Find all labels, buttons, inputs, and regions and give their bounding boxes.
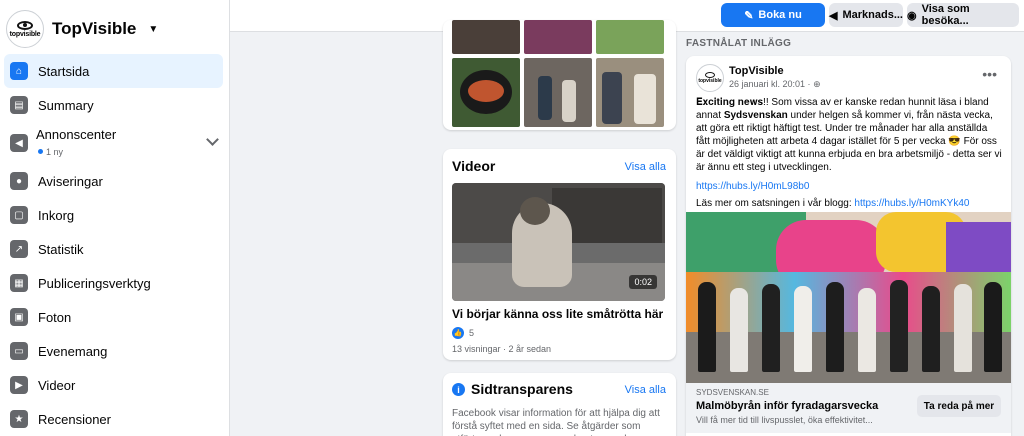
photo-thumbnail[interactable]: [452, 58, 520, 127]
link-source: SYDSVENSKAN.SE: [696, 388, 769, 397]
link-description: Vill få mer tid till livspusslet, öka ef…: [696, 415, 873, 425]
megaphone-icon: ◀: [10, 134, 28, 152]
marketing-label: Marknads...: [842, 9, 903, 21]
avatar[interactable]: topvisible: [696, 64, 724, 92]
pinned-post: topvisible TopVisible 26 januari kl. 20:…: [686, 56, 1011, 436]
photo-thumbnail[interactable]: [452, 20, 520, 54]
new-count-badge: 1 ny: [38, 147, 63, 157]
marketing-button[interactable]: ◀ Marknads...: [829, 3, 903, 27]
book-now-label: Boka nu: [758, 9, 802, 21]
sidebar-item-label: Evenemang: [38, 343, 108, 359]
page-transparency-card: i Sidtransparens Visa alla Facebook visa…: [443, 373, 676, 436]
video-reactions[interactable]: 👍 5: [452, 327, 474, 339]
like-count: 5: [469, 328, 475, 338]
video-thumbnail[interactable]: 0:02: [452, 183, 665, 301]
sidebar-item-startsida[interactable]: ⌂ Startsida: [4, 54, 223, 88]
sidebar-item-label: Recensioner: [38, 411, 111, 427]
post-link-1[interactable]: https://hubs.ly/H0mL98b0: [696, 181, 809, 192]
sidebar-item-label: Foton: [38, 309, 72, 325]
sidebar-item-label: Videor: [38, 377, 76, 393]
sidebar-item-videor[interactable]: ▶ Videor: [4, 368, 223, 402]
post-author[interactable]: TopVisible: [729, 65, 784, 77]
book-now-button[interactable]: ✎ Boka nu: [721, 3, 825, 27]
info-icon: i: [452, 383, 465, 396]
video-meta: 13 visningar · 2 år sedan: [452, 344, 552, 354]
sidebar-item-aviseringar[interactable]: ● Aviseringar: [4, 164, 223, 198]
photo-thumbnail[interactable]: [596, 58, 664, 127]
summary-icon: ▤: [10, 96, 28, 114]
logo-text: topvisible: [698, 78, 722, 84]
eye-icon: ◉: [907, 9, 917, 22]
link-title: Malmöbyrån inför fyradagarsvecka: [696, 400, 879, 412]
video-icon: ▶: [10, 376, 28, 394]
transparency-title: Sidtransparens: [471, 381, 573, 397]
sidebar-item-label: Startsida: [38, 63, 90, 79]
photo-thumbnail[interactable]: [524, 58, 592, 127]
globe-icon: ⊕: [813, 79, 821, 89]
more-options-icon[interactable]: •••: [982, 66, 997, 82]
sidebar-nav: ⌂ Startsida ▤ Summary ◀ Annonscenter 1 n…: [0, 54, 229, 436]
sidebar-item-label: Summary: [38, 97, 94, 113]
sidebar-item-evenemang[interactable]: ▭ Evenemang: [4, 334, 223, 368]
post-body: 𝐄𝐱𝐜𝐢𝐭𝐢𝐧𝐠 𝐧𝐞𝐰𝐬!! Som vissa av er kanske r…: [696, 97, 1002, 209]
inbox-icon: ▢: [10, 206, 28, 224]
sidebar-item-publiceringsverktyg[interactable]: ▦ Publiceringsverktyg: [4, 266, 223, 300]
post-image[interactable]: [686, 212, 1011, 383]
videos-see-all-link[interactable]: Visa alla: [625, 161, 666, 173]
photo-icon: ▣: [10, 308, 28, 326]
video-title[interactable]: Vi börjar känna oss lite småtrötta här .…: [452, 307, 667, 321]
videos-card: Videor Visa alla 0:02 Vi börjar känna os…: [443, 149, 676, 360]
sidebar: topvisible TopVisible ▼ ⌂ Startsida ▤ Su…: [0, 0, 230, 436]
like-icon: 👍: [452, 327, 464, 339]
videos-title: Videor: [452, 158, 496, 174]
sidebar-item-inkorg[interactable]: ▢ Inkorg: [4, 198, 223, 232]
logo-text: topvisible: [9, 30, 41, 38]
bell-icon: ●: [10, 172, 28, 190]
chevron-down-icon[interactable]: [206, 133, 219, 146]
sidebar-item-annonscenter[interactable]: ◀ Annonscenter 1 ny: [4, 122, 223, 164]
megaphone-icon: ◀: [829, 9, 838, 22]
caret-down-icon[interactable]: ▼: [148, 24, 158, 35]
post-link-2[interactable]: https://hubs.ly/H0mKYk40: [854, 198, 969, 209]
transparency-see-all-link[interactable]: Visa alla: [625, 384, 666, 396]
sidebar-item-label: Inkorg: [38, 207, 75, 223]
sidebar-item-label: Statistik: [38, 241, 84, 257]
learn-more-button[interactable]: Ta reda på mer: [917, 395, 1001, 417]
view-as-label: Visa som besöka...: [921, 3, 970, 27]
sidebar-item-foton[interactable]: ▣ Foton: [4, 300, 223, 334]
sidebar-item-label: Annonscenter: [36, 127, 117, 142]
page-brand[interactable]: topvisible TopVisible ▼: [6, 10, 158, 48]
photo-thumbnail[interactable]: [596, 20, 664, 54]
sidebar-item-statistik[interactable]: ↗ Statistik: [4, 232, 223, 266]
video-duration: 0:02: [629, 275, 657, 289]
eye-icon: [17, 20, 33, 30]
link-preview[interactable]: SYDSVENSKAN.SE Malmöbyrån inför fyradaga…: [686, 383, 1011, 433]
sidebar-item-recensioner[interactable]: ★ Recensioner: [4, 402, 223, 436]
review-icon: ★: [10, 410, 28, 428]
sidebar-item-label: Aviseringar: [38, 173, 103, 189]
sidebar-item-summary[interactable]: ▤ Summary: [4, 88, 223, 122]
stats-icon: ↗: [10, 240, 28, 258]
home-icon: ⌂: [10, 62, 28, 80]
sidebar-item-label: Publiceringsverktyg: [38, 275, 151, 291]
page-logo: topvisible: [6, 10, 44, 48]
page-name: TopVisible: [52, 19, 137, 38]
calendar-icon: ▭: [10, 342, 28, 360]
view-as-visitor-button[interactable]: ◉ Visa som besöka...: [907, 3, 1019, 27]
pencil-icon: ✎: [744, 9, 754, 22]
transparency-text: Facebook visar information för att hjälp…: [452, 408, 660, 436]
photos-card: [443, 20, 676, 130]
publishing-tools-icon: ▦: [10, 274, 28, 292]
pinned-post-heading: FASTNÅLAT INLÄGG: [686, 38, 792, 49]
post-timestamp[interactable]: 26 januari kl. 20:01 · ⊕: [729, 79, 821, 90]
photo-thumbnail[interactable]: [524, 20, 592, 54]
